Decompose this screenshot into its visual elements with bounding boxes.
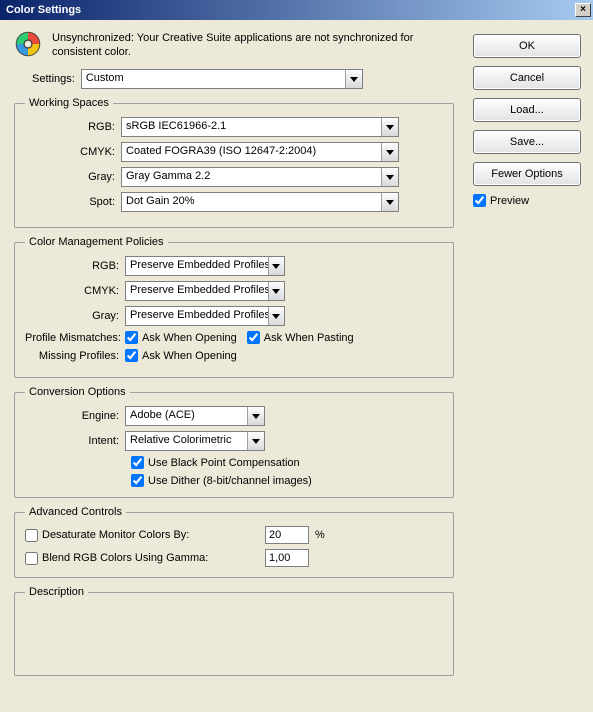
chevron-down-icon[interactable] — [268, 257, 284, 275]
ws-gray-dropdown[interactable]: Gray Gamma 2.2 — [121, 167, 399, 187]
chevron-down-icon[interactable] — [247, 407, 264, 425]
desat-unit: % — [315, 529, 325, 541]
chevron-down-icon[interactable] — [381, 143, 398, 161]
chevron-down-icon[interactable] — [268, 282, 284, 300]
ws-cmyk-label: CMYK: — [25, 146, 121, 158]
settings-dropdown[interactable]: Custom — [81, 69, 363, 89]
sync-status-icon — [14, 30, 42, 58]
desat-value-input[interactable] — [265, 526, 309, 544]
chevron-down-icon[interactable] — [247, 432, 264, 450]
save-button[interactable]: Save... — [473, 130, 581, 154]
chevron-down-icon[interactable] — [381, 118, 398, 136]
settings-label: Settings: — [32, 73, 75, 85]
pol-gray-label: Gray: — [25, 310, 125, 322]
missing-label: Missing Profiles: — [25, 350, 125, 362]
blend-value-input[interactable] — [265, 549, 309, 567]
ask-open-checkbox[interactable]: Ask When Opening — [125, 331, 237, 344]
pol-rgb-label: RGB: — [25, 260, 125, 272]
engine-dropdown[interactable]: Adobe (ACE) — [125, 406, 265, 426]
bpc-input[interactable] — [131, 456, 144, 469]
preview-checkbox[interactable]: Preview — [473, 194, 529, 207]
ok-button[interactable]: OK — [473, 34, 581, 58]
sync-message: Unsynchronized: Your Creative Suite appl… — [52, 30, 454, 59]
conversion-legend: Conversion Options — [25, 386, 130, 398]
ask-paste-input[interactable] — [247, 331, 260, 344]
pol-cmyk-dropdown[interactable]: Preserve Embedded Profiles — [125, 281, 285, 301]
advanced-group: Advanced Controls Desaturate Monitor Col… — [14, 506, 454, 578]
engine-label: Engine: — [25, 410, 125, 422]
desat-input[interactable] — [25, 529, 38, 542]
pol-rgb-dropdown[interactable]: Preserve Embedded Profiles — [125, 256, 285, 276]
intent-label: Intent: — [25, 435, 125, 447]
blend-input[interactable] — [25, 552, 38, 565]
chevron-down-icon[interactable] — [381, 168, 398, 186]
ws-cmyk-dropdown[interactable]: Coated FOGRA39 (ISO 12647-2:2004) — [121, 142, 399, 162]
description-legend: Description — [25, 586, 88, 598]
ws-spot-dropdown[interactable]: Dot Gain 20% — [121, 192, 399, 212]
chevron-down-icon[interactable] — [268, 307, 284, 325]
blend-checkbox[interactable]: Blend RGB Colors Using Gamma: — [25, 552, 255, 565]
ws-rgb-label: RGB: — [25, 121, 121, 133]
load-button[interactable]: Load... — [473, 98, 581, 122]
working-spaces-legend: Working Spaces — [25, 97, 113, 109]
bpc-checkbox[interactable]: Use Black Point Compensation — [131, 456, 300, 469]
close-icon[interactable]: × — [575, 3, 591, 17]
intent-dropdown[interactable]: Relative Colorimetric — [125, 431, 265, 451]
pol-cmyk-label: CMYK: — [25, 285, 125, 297]
settings-value: Custom — [82, 70, 345, 88]
working-spaces-group: Working Spaces RGB: sRGB IEC61966-2.1 CM… — [14, 97, 454, 228]
cancel-button[interactable]: Cancel — [473, 66, 581, 90]
policies-legend: Color Management Policies — [25, 236, 168, 248]
policies-group: Color Management Policies RGB: Preserve … — [14, 236, 454, 378]
ws-gray-label: Gray: — [25, 171, 121, 183]
dither-input[interactable] — [131, 474, 144, 487]
ask-open-input[interactable] — [125, 331, 138, 344]
missing-ask-input[interactable] — [125, 349, 138, 362]
conversion-group: Conversion Options Engine: Adobe (ACE) I… — [14, 386, 454, 498]
pol-gray-dropdown[interactable]: Preserve Embedded Profiles — [125, 306, 285, 326]
description-group: Description — [14, 586, 454, 676]
dither-checkbox[interactable]: Use Dither (8-bit/channel images) — [131, 474, 312, 487]
ask-paste-checkbox[interactable]: Ask When Pasting — [247, 331, 354, 344]
window-title: Color Settings — [6, 4, 81, 16]
preview-input[interactable] — [473, 194, 486, 207]
ws-rgb-dropdown[interactable]: sRGB IEC61966-2.1 — [121, 117, 399, 137]
chevron-down-icon[interactable] — [381, 193, 398, 211]
ws-spot-label: Spot: — [25, 196, 121, 208]
desat-checkbox[interactable]: Desaturate Monitor Colors By: — [25, 529, 255, 542]
fewer-options-button[interactable]: Fewer Options — [473, 162, 581, 186]
mismatch-label: Profile Mismatches: — [25, 332, 125, 344]
missing-ask-checkbox[interactable]: Ask When Opening — [125, 349, 237, 362]
title-bar: Color Settings × — [0, 0, 593, 20]
advanced-legend: Advanced Controls — [25, 506, 126, 518]
chevron-down-icon[interactable] — [345, 70, 362, 88]
